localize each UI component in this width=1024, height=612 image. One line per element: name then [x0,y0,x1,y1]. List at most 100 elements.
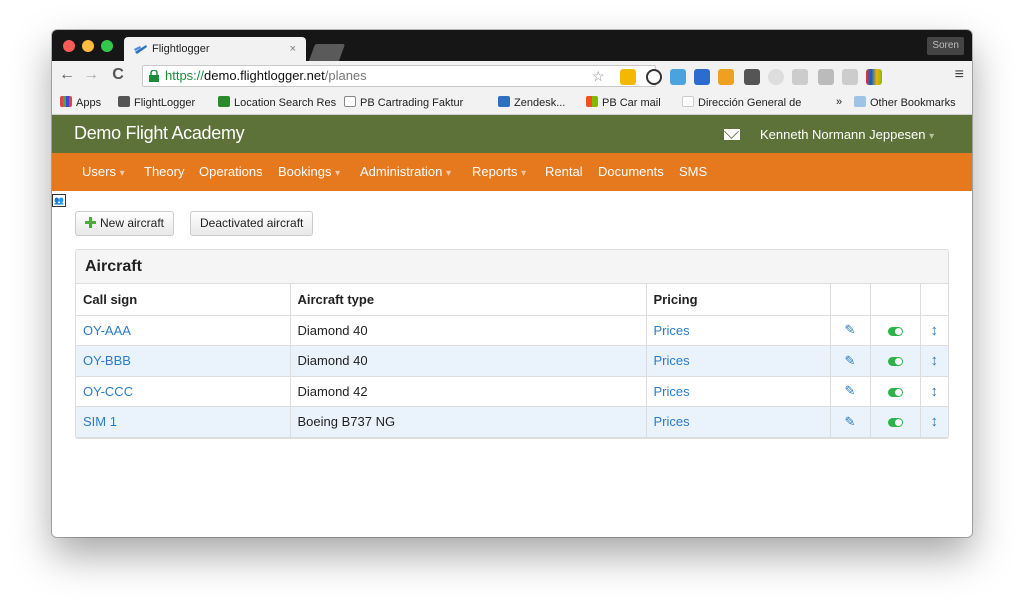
prices-link[interactable]: Prices [654,353,690,368]
toggle-on-icon[interactable] [887,357,903,367]
bookmarks-overflow[interactable]: » [836,96,842,108]
forward-icon[interactable]: → [82,66,100,84]
browser-tab[interactable]: Flightlogger × [124,37,306,61]
flightlogger-icon [118,96,130,107]
nav-users[interactable]: Users ▾ [82,164,125,179]
mail-icon[interactable] [724,129,740,140]
extension-icon[interactable] [646,69,662,85]
url-path: /planes [324,68,367,83]
user-menu[interactable]: Kenneth Normann Jeppesen ▾ [760,127,934,142]
call-sign-link[interactable]: OY-CCC [83,384,133,399]
ebay-icon[interactable] [866,69,882,85]
zoom-window-button[interactable] [101,40,113,52]
bookmark-pb-car-mail[interactable]: PB Car mail [586,96,661,109]
new-aircraft-button[interactable]: New aircraft [75,211,175,236]
bookmark-star-icon[interactable]: ☆ [592,68,605,85]
url-scheme: https:// [165,68,205,83]
column-header-call-sign: Call sign [76,284,291,316]
pencil-icon[interactable]: ✎ [845,353,856,368]
extension-icon[interactable] [620,69,636,85]
apps-icon [60,96,72,107]
aircraft-panel: Aircraft Call sign Aircraft type Pricing… [75,249,949,439]
prices-link[interactable]: Prices [654,384,690,399]
column-header-aircraft-type: Aircraft type [290,284,647,316]
call-sign-link[interactable]: OY-AAA [83,323,131,338]
sort-arrows-icon[interactable]: ↕ [931,322,939,339]
plus-icon [85,217,96,228]
chevron-down-icon: ▾ [119,168,125,179]
column-header-toggle [870,284,921,316]
pencil-icon[interactable]: ✎ [845,414,856,429]
browser-toolbar: ← → C https://demo.flightlogger.net/plan… [52,61,972,91]
call-sign-link[interactable]: SIM 1 [83,414,117,429]
aircraft-type-cell: Boeing B737 NG [290,406,647,438]
aircraft-type-cell: Diamond 40 [290,345,647,377]
tab-close-icon[interactable]: × [290,37,296,61]
extension-icon[interactable] [718,69,734,85]
profile-button[interactable]: Soren [927,37,964,55]
pencil-icon[interactable]: ✎ [845,383,856,398]
bookmark-location-search[interactable]: Location Search Res [218,96,336,109]
deactivated-aircraft-button[interactable]: Deactivated aircraft [190,211,314,236]
nav-sms[interactable]: SMS [679,164,707,179]
address-bar[interactable]: https://demo.flightlogger.net/planes [142,65,656,87]
chevron-down-icon: ▾ [521,168,527,179]
extension-icon[interactable] [792,69,808,85]
sort-arrows-icon[interactable]: ↕ [931,413,939,430]
chevron-down-icon: ▾ [929,131,935,142]
aircraft-table: Call sign Aircraft type Pricing OY-AAA D… [76,284,948,438]
new-tab-button[interactable] [308,44,346,61]
extension-icon[interactable] [818,69,834,85]
extension-icon[interactable] [694,69,710,85]
bookmark-pb-cartrading[interactable]: PB Cartrading Faktur [344,96,463,109]
sort-arrows-icon[interactable]: ↕ [931,352,939,369]
bookmark-zendesk[interactable]: Zendesk... [498,96,565,109]
nav-rental[interactable]: Rental [545,164,583,179]
minimize-window-button[interactable] [82,40,94,52]
brand-title[interactable]: Demo Flight Academy [74,123,245,144]
sort-arrows-icon[interactable]: ↕ [931,383,939,400]
back-icon[interactable]: ← [58,66,76,84]
flightlogger-favicon-icon [134,45,147,54]
nav-bookings[interactable]: Bookings ▾ [278,164,340,179]
title-bar: Flightlogger × Soren [52,30,972,61]
document-icon [344,96,356,107]
browser-menu-icon[interactable]: ≡ [955,66,964,84]
table-row: OY-BBB Diamond 40 Prices ✎ ↕ [76,345,948,377]
bookmark-direccion-general[interactable]: Dirección General de [682,96,801,109]
pencil-icon[interactable]: ✎ [845,322,856,337]
bookmark-other[interactable]: Other Bookmarks [854,96,956,109]
table-row: OY-AAA Diamond 40 Prices ✎ ↕ [76,315,948,346]
bookmark-apps[interactable]: Apps [60,96,101,109]
folder-icon [854,96,866,107]
extension-icon[interactable] [670,69,686,85]
call-sign-link[interactable]: OY-BBB [83,353,131,368]
nav-theory[interactable]: Theory [144,164,184,179]
nav-operations[interactable]: Operations [199,164,263,179]
app-header: Demo Flight Academy Kenneth Normann Jepp… [52,115,972,153]
table-header-row: Call sign Aircraft type Pricing [76,284,948,316]
nav-administration[interactable]: Administration ▾ [360,164,451,179]
close-window-button[interactable] [63,40,75,52]
prices-link[interactable]: Prices [654,323,690,338]
location-icon [218,96,230,107]
users-icon[interactable]: 👥 [52,194,66,207]
extension-icon[interactable] [842,69,858,85]
mail-app-icon [586,96,598,107]
toggle-on-icon[interactable] [887,326,903,336]
extension-icon[interactable] [744,69,760,85]
chevron-down-icon: ▾ [335,168,341,179]
toggle-on-icon[interactable] [887,418,903,428]
nav-reports[interactable]: Reports ▾ [472,164,526,179]
prices-link[interactable]: Prices [654,414,690,429]
table-row: OY-CCC Diamond 42 Prices ✎ ↕ [76,376,948,407]
extension-icon[interactable] [768,69,784,85]
aircraft-type-cell: Diamond 40 [290,315,647,346]
aircraft-type-cell: Diamond 42 [290,376,647,407]
toggle-on-icon[interactable] [887,387,903,397]
panel-title: Aircraft [76,250,948,284]
column-header-pricing: Pricing [646,284,831,316]
bookmark-flightlogger[interactable]: FlightLogger [118,96,195,109]
nav-documents[interactable]: Documents [598,164,664,179]
reload-icon[interactable]: C [109,66,127,84]
